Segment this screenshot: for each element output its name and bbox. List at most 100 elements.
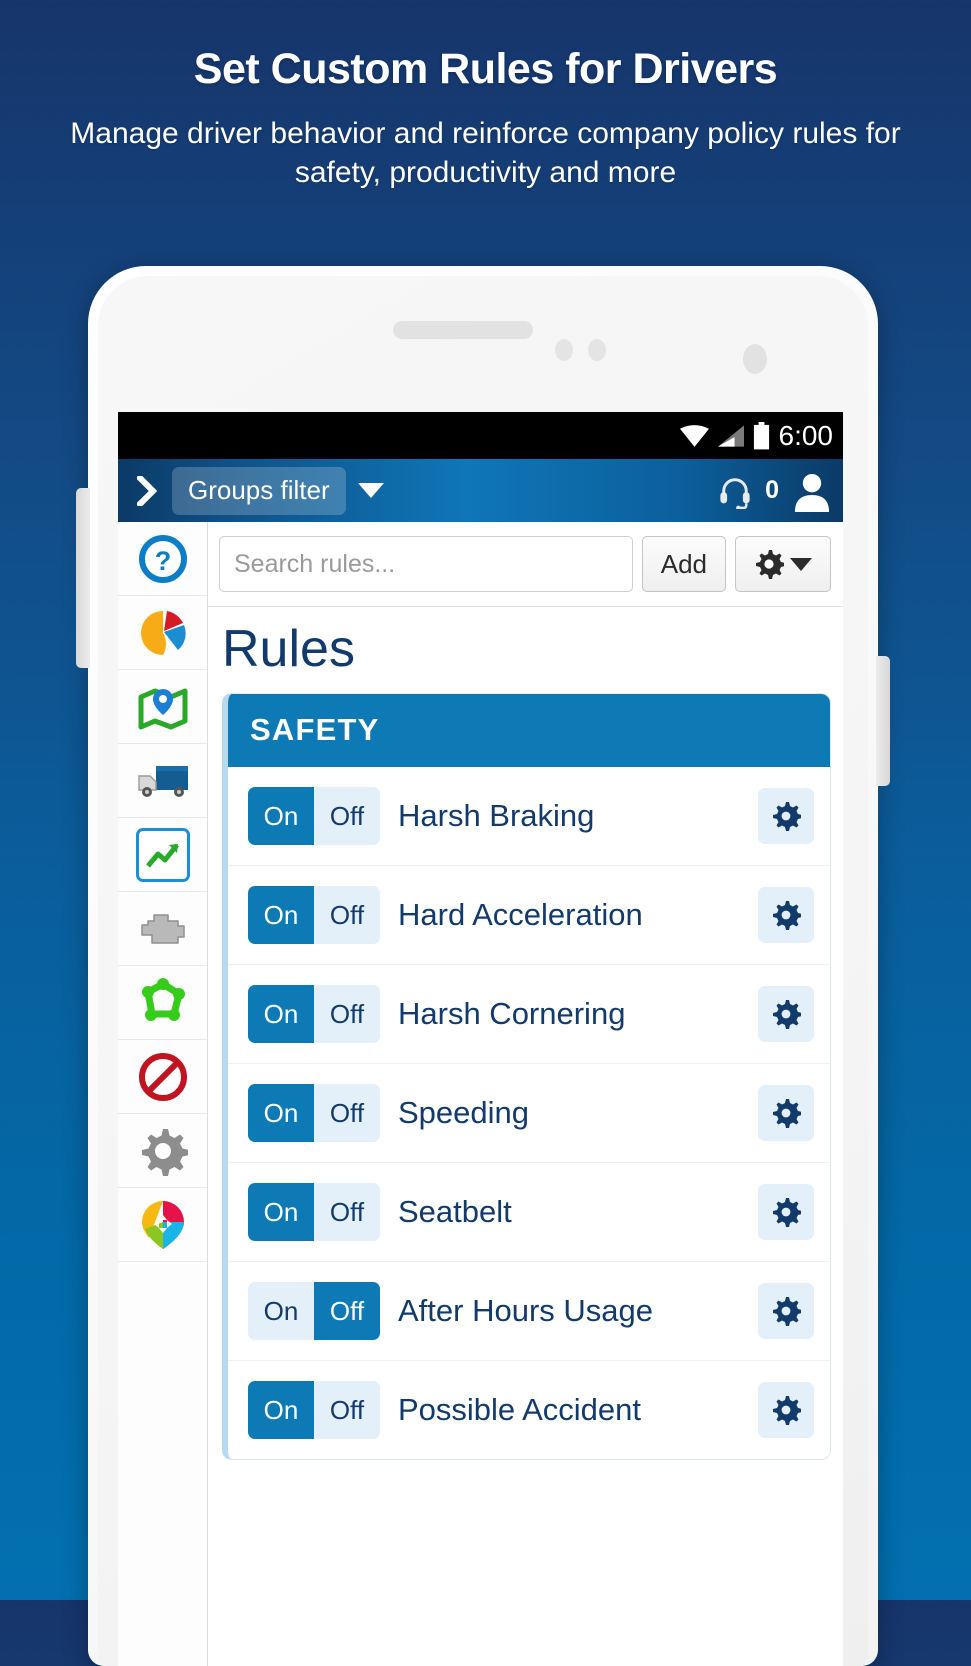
sidebar-item-engine[interactable] <box>118 892 207 966</box>
volume-button[interactable] <box>76 488 90 668</box>
gear-icon <box>773 1297 801 1326</box>
rule-row: On Off Hard Acceleration <box>228 866 830 965</box>
headset-icon[interactable] <box>717 473 753 509</box>
sidebar-item-vehicles[interactable] <box>118 744 207 818</box>
gear-icon <box>773 1198 801 1227</box>
rules-card: SAFETY On Off Harsh Braking On Off Hard Accel… <box>222 693 831 1460</box>
rule-toggle-2[interactable]: On Off <box>248 985 380 1043</box>
toggle-on-segment[interactable]: On <box>248 985 314 1043</box>
rules-list: On Off Harsh Braking On Off Hard Acceleration… <box>228 767 830 1459</box>
section-header-safety: SAFETY <box>228 694 830 767</box>
settings-menu-button[interactable] <box>735 536 831 592</box>
rule-label: After Hours Usage <box>398 1293 653 1328</box>
gear-icon <box>773 1396 801 1425</box>
add-button[interactable]: Add <box>641 536 726 592</box>
rule-label: Harsh Cornering <box>398 996 626 1031</box>
promo-subtitle: Manage driver behavior and reinforce com… <box>70 117 901 189</box>
colored-marker-icon <box>139 1199 187 1251</box>
rule-label: Possible Accident <box>398 1392 641 1427</box>
rule-toggle-6[interactable]: On Off <box>248 1381 380 1439</box>
toggle-off-segment[interactable]: Off <box>314 1381 380 1439</box>
toggle-off-segment[interactable]: Off <box>314 1183 380 1241</box>
gear-icon <box>756 550 784 579</box>
gear-icon <box>773 1099 801 1128</box>
sidebar-item-zones[interactable] <box>118 966 207 1040</box>
power-button[interactable] <box>876 656 890 786</box>
rule-row: On Off Seatbelt <box>228 1163 830 1262</box>
rule-row: On Off Harsh Cornering <box>228 965 830 1064</box>
rule-label: Hard Acceleration <box>398 897 643 932</box>
earpiece-speaker <box>393 321 533 339</box>
sidebar-item-dashboard[interactable] <box>118 596 207 670</box>
status-bar: 6:00 <box>118 412 843 459</box>
toggle-on-segment[interactable]: On <box>248 1084 314 1142</box>
light-sensor-icon <box>588 339 606 361</box>
sidebar-item-reports[interactable] <box>118 818 207 892</box>
rule-row: On Off After Hours Usage <box>228 1262 830 1361</box>
rule-label: Speeding <box>398 1095 530 1130</box>
front-camera-icon <box>743 344 767 374</box>
caret-down-icon <box>790 557 812 571</box>
status-time: 6:00 <box>778 419 834 451</box>
toggle-off-segment[interactable]: Off <box>314 1084 380 1142</box>
toggle-off-segment[interactable]: Off <box>314 886 380 944</box>
signal-icon <box>717 424 744 447</box>
toggle-on-segment[interactable]: On <box>248 1183 314 1241</box>
sidebar-item-marketplace[interactable] <box>118 1188 207 1262</box>
page-title: Rules <box>222 620 355 678</box>
proximity-sensor-icon <box>555 339 573 361</box>
chart-report-icon <box>135 827 190 882</box>
sidebar-item-help[interactable]: ? <box>118 522 207 596</box>
rules-toolbar: Add <box>208 522 843 607</box>
groups-filter-chip[interactable]: Groups filter <box>172 466 346 515</box>
main-content: Add Rules SAFETY OnOffHarsh BrakingOnOff… <box>208 522 843 1666</box>
question-circle-icon: ? <box>137 533 189 585</box>
rule-settings-button[interactable] <box>758 788 814 844</box>
promo-banner: Set Custom Rules for Drivers Manage driv… <box>0 0 971 192</box>
rule-settings-button[interactable] <box>758 1283 814 1339</box>
search-input[interactable] <box>219 536 633 592</box>
rule-settings-button[interactable] <box>758 887 814 943</box>
toggle-off-segment[interactable]: Off <box>314 985 380 1043</box>
gear-icon <box>138 1126 188 1176</box>
rule-settings-button[interactable] <box>758 1184 814 1240</box>
sidebar-item-settings[interactable] <box>118 1114 207 1188</box>
svg-text:?: ? <box>154 546 171 576</box>
sidebar-item-rules[interactable] <box>118 1040 207 1114</box>
gear-icon <box>773 1000 801 1029</box>
rule-toggle-3[interactable]: On Off <box>248 1084 380 1142</box>
phone-screen: 6:00 Groups filter 0 ? Search rules... A… <box>118 412 843 1666</box>
rule-row: On Off Harsh Braking <box>228 767 830 866</box>
sidebar: ? <box>118 522 208 1666</box>
rule-toggle-5[interactable]: On Off <box>248 1282 380 1340</box>
rule-label: Harsh Braking <box>398 798 595 833</box>
toggle-on-segment[interactable]: On <box>248 1282 314 1340</box>
rule-toggle-0[interactable]: On Off <box>248 787 380 845</box>
caret-down-icon[interactable] <box>357 483 384 498</box>
map-pin-icon <box>137 681 189 733</box>
toggle-off-segment[interactable]: Off <box>314 787 380 845</box>
person-icon[interactable] <box>791 470 833 512</box>
rule-toggle-1[interactable]: On Off <box>248 886 380 944</box>
chevron-right-icon[interactable] <box>134 474 160 508</box>
zone-polygon-icon <box>138 977 188 1028</box>
rule-label: Seatbelt <box>398 1194 512 1229</box>
notification-count: 0 <box>765 476 779 504</box>
toggle-on-segment[interactable]: On <box>248 787 314 845</box>
rule-toggle-4[interactable]: On Off <box>248 1183 380 1241</box>
gear-icon <box>773 901 801 930</box>
gear-icon <box>773 802 801 831</box>
phone-device: 6:00 Groups filter 0 ? Search rules... A… <box>76 266 890 1666</box>
app-bar: Groups filter 0 <box>118 459 843 522</box>
sidebar-item-map[interactable] <box>118 670 207 744</box>
screen-body: ? Search rules... Add Rules SAFETY On Of… <box>118 522 843 1666</box>
toggle-on-segment[interactable]: On <box>248 1381 314 1439</box>
truck-icon <box>136 760 190 802</box>
prohibited-icon <box>137 1051 189 1103</box>
rule-settings-button[interactable] <box>758 1382 814 1438</box>
rule-settings-button[interactable] <box>758 1085 814 1141</box>
toggle-on-segment[interactable]: On <box>248 886 314 944</box>
rule-settings-button[interactable] <box>758 986 814 1042</box>
pie-chart-icon <box>137 607 189 659</box>
toggle-off-segment[interactable]: Off <box>314 1282 380 1340</box>
